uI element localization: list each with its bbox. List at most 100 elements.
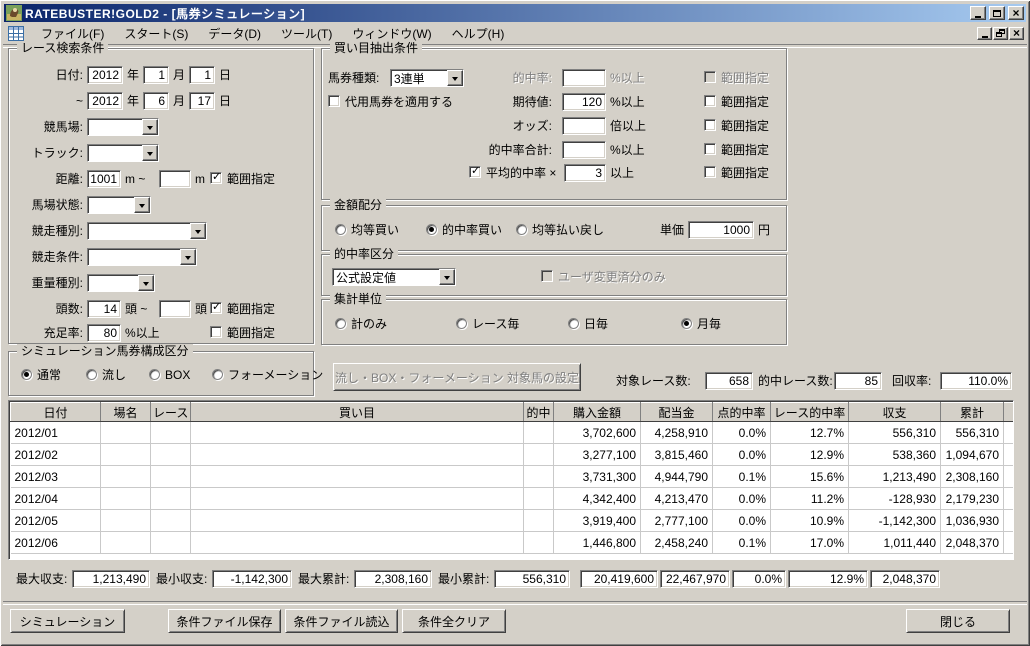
expect-input[interactable]: 120: [562, 93, 606, 111]
mdi-minimize-button[interactable]: [977, 26, 992, 40]
results-table-area: 日付 場名 レース 買い目 的中 購入金額 配当金 点的中率 レース的中率 収支 累計 2012/0…: [8, 400, 1014, 560]
hit-sum-range-checkbox[interactable]: 範囲指定: [704, 143, 769, 157]
avg-hit-input[interactable]: 3: [564, 164, 606, 182]
radio-per-month[interactable]: 月毎: [681, 318, 721, 331]
date-to-year-input[interactable]: 2012: [87, 92, 123, 110]
fill-rate-input[interactable]: 80: [87, 324, 121, 342]
race-cond-select[interactable]: [87, 248, 197, 266]
checkbox-icon: [704, 143, 716, 155]
radio-per-day[interactable]: 日毎: [568, 318, 608, 331]
date-from-month-input[interactable]: 1: [143, 66, 169, 84]
load-conditions-button[interactable]: 条件ファイル読込: [285, 609, 398, 633]
track-dropdown-button[interactable]: [142, 145, 158, 161]
save-conditions-button[interactable]: 条件ファイル保存: [168, 609, 281, 633]
total-payout-field: 22,467,970: [660, 570, 730, 588]
race-type-select[interactable]: [87, 222, 207, 240]
expect-range-checkbox[interactable]: 範囲指定: [704, 95, 769, 109]
column-header[interactable]: 配当金: [640, 402, 713, 422]
column-header[interactable]: 日付: [10, 402, 101, 422]
track-select[interactable]: [87, 144, 159, 162]
table-cell: [1003, 531, 1013, 554]
column-header[interactable]: レース: [150, 402, 191, 422]
min-total-field: 556,310: [494, 570, 570, 588]
column-header[interactable]: レース的中率: [770, 402, 849, 422]
substitute-checkbox[interactable]: 代用馬券を適用する: [328, 95, 453, 109]
menu-item[interactable]: ウィンドウ(W): [343, 24, 440, 43]
column-header[interactable]: 的中: [523, 402, 554, 422]
column-header[interactable]: 購入金額: [553, 402, 641, 422]
heads-from-input[interactable]: 14: [87, 300, 121, 318]
date-to-day-input[interactable]: 17: [189, 92, 215, 110]
hit-rate-class-select[interactable]: 公式設定値: [332, 268, 456, 286]
odds-range-checkbox[interactable]: 範囲指定: [704, 119, 769, 133]
distance-range-checkbox[interactable]: 範囲指定: [210, 170, 275, 186]
fill-range-checkbox[interactable]: 範囲指定: [210, 326, 275, 340]
table-cell: [523, 487, 554, 510]
column-header[interactable]: 点的中率: [712, 402, 771, 422]
radio-total-only[interactable]: 計のみ: [335, 318, 387, 331]
weight-select[interactable]: [87, 274, 155, 292]
maximize-button[interactable]: [989, 6, 1005, 20]
table-cell: 2,777,100: [640, 509, 713, 532]
menu-item[interactable]: ファイル(F): [32, 24, 113, 43]
course-select[interactable]: [87, 118, 159, 136]
menu-item[interactable]: スタート(S): [115, 24, 197, 43]
menu-item[interactable]: ツール(T): [272, 24, 341, 43]
weight-dropdown-button[interactable]: [138, 275, 154, 291]
race-type-dropdown-button[interactable]: [190, 223, 206, 239]
avg-hit-range-checkbox[interactable]: 範囲指定: [704, 166, 769, 180]
table-cell: 11.2%: [770, 487, 849, 510]
table-row[interactable]: 2012/02 3,277,100 3,815,460 0.0% 12.9% 538,36…: [10, 443, 1013, 466]
course-value: [88, 119, 142, 135]
menu-item[interactable]: データ(D): [199, 24, 270, 43]
table-cell: 3,815,460: [640, 443, 713, 466]
radio-normal[interactable]: 通常: [21, 369, 61, 382]
table-cell: 12.9%: [770, 443, 849, 466]
distance-from-input[interactable]: 1001: [87, 170, 121, 188]
column-header[interactable]: 累計: [940, 402, 1004, 422]
clear-conditions-button[interactable]: 条件全クリア: [402, 609, 506, 633]
course-dropdown-button[interactable]: [142, 119, 158, 135]
radio-box[interactable]: BOX: [149, 369, 190, 382]
minimize-button[interactable]: [970, 6, 986, 20]
radio-label: 均等買い: [351, 223, 400, 237]
mdi-close-button[interactable]: [1009, 26, 1024, 40]
avg-hit-checkbox[interactable]: 平均的中率 ×: [469, 164, 556, 180]
close-dialog-button[interactable]: 閉じる: [906, 609, 1010, 633]
mdi-restore-button[interactable]: [993, 26, 1008, 40]
table-row[interactable]: 2012/06 1,446,800 2,458,240 0.1% 17.0% 1,011,…: [10, 531, 1013, 554]
surface-select[interactable]: [87, 196, 151, 214]
radio-nagashi[interactable]: 流し: [86, 369, 126, 382]
date-to-month-input[interactable]: 6: [143, 92, 169, 110]
radio-formation[interactable]: フォーメーション: [212, 369, 323, 382]
table-row[interactable]: 2012/04 4,342,400 4,213,470 0.0% 11.2% -128,9…: [10, 487, 1013, 510]
date-from-day-input[interactable]: 1: [189, 66, 215, 84]
distance-to-input[interactable]: [159, 170, 191, 188]
menu-item[interactable]: ヘルプ(H): [443, 24, 514, 43]
table-row[interactable]: 2012/01 3,702,600 4,258,910 0.0% 12.7% 556,31…: [10, 421, 1013, 444]
expect-row: 代用馬券を適用する 期待値: 120 %以上 範囲指定: [326, 92, 782, 112]
radio-per-race[interactable]: レース毎: [456, 318, 519, 331]
checkbox-label: 代用馬券を適用する: [345, 95, 454, 109]
unit-price-input[interactable]: 1000: [688, 221, 754, 239]
radio-hit-rate-buy[interactable]: 的中率買い: [426, 224, 502, 237]
column-header[interactable]: 収支: [848, 402, 941, 422]
date-from-year-input[interactable]: 2012: [87, 66, 123, 84]
surface-dropdown-button[interactable]: [134, 197, 150, 213]
heads-to-input[interactable]: [159, 300, 191, 318]
hit-rate-class-dropdown-button[interactable]: [439, 269, 455, 285]
radio-equal-buy[interactable]: 均等買い: [335, 224, 399, 237]
heads-range-checkbox[interactable]: 範囲指定: [210, 300, 275, 316]
hit-sum-input[interactable]: [562, 141, 606, 159]
odds-input[interactable]: [562, 117, 606, 135]
radio-equal-payout[interactable]: 均等払い戻し: [516, 224, 604, 237]
simulate-button[interactable]: シミュレーション: [10, 609, 125, 633]
stats-row: 対象レース数: 658 的中レース数: 85 回収率: 110.0%: [612, 371, 1022, 391]
table-row[interactable]: 2012/03 3,731,300 4,944,790 0.1% 15.6% 1,213,…: [10, 465, 1013, 488]
race-cond-dropdown-button[interactable]: [180, 249, 196, 265]
odds-unit-label: 倍以上: [610, 119, 647, 133]
column-header[interactable]: 買い目: [190, 402, 524, 422]
column-header[interactable]: 場名: [100, 402, 151, 422]
table-row[interactable]: 2012/05 3,919,400 2,777,100 0.0% 10.9% -1,142…: [10, 509, 1013, 532]
close-button[interactable]: [1008, 6, 1024, 20]
